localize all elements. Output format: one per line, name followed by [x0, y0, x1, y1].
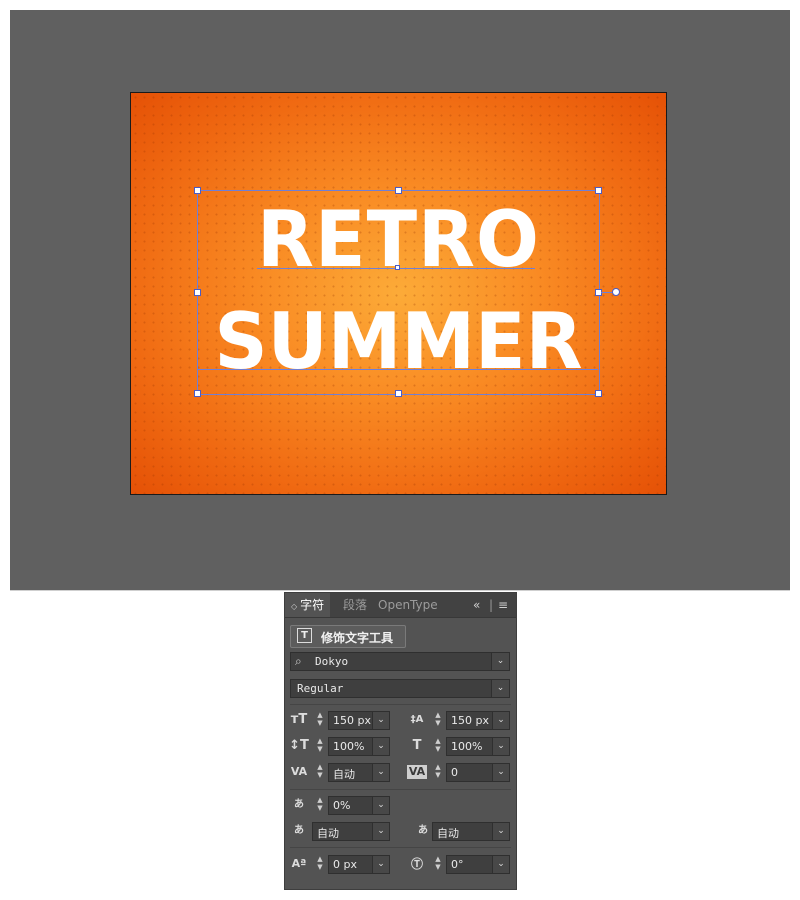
resize-handle-middle-left[interactable] — [194, 289, 201, 296]
chevron-down-icon[interactable]: ⌄ — [492, 823, 509, 840]
vertical-scale-icon: ↕T — [289, 738, 309, 753]
resize-handle-top-right[interactable] — [595, 187, 602, 194]
tab-paragraph[interactable]: 段落 — [337, 593, 373, 617]
font-style-dropdown[interactable]: Regular ⌄ — [290, 679, 510, 698]
aki-right-dropdown[interactable]: 自动 ⌄ — [432, 822, 510, 841]
text-threading-port[interactable] — [612, 288, 620, 296]
tsume-icon: あ — [294, 799, 304, 810]
tsume-stepper[interactable]: ▲ ▼ — [314, 796, 326, 814]
kerning-icon: VA — [290, 765, 308, 778]
panel-separator — [290, 704, 511, 705]
tab-opentype[interactable]: OpenType — [372, 593, 444, 617]
rotation-stepper[interactable]: ▲ ▼ — [432, 855, 444, 873]
tab-divider-icon: | — [489, 598, 494, 612]
updown-arrow-icon: ◇ — [291, 602, 298, 611]
character-rotation-icon: Ⓣ — [410, 857, 423, 871]
rotation-field[interactable]: 0° ⌄ — [446, 855, 510, 874]
resize-handle-bottom-left[interactable] — [194, 390, 201, 397]
horizontal-scale-field[interactable]: 100% ⌄ — [446, 737, 510, 756]
character-panel: ◇ 字符 段落 OpenType « | ≡ T 修饰文字工具 ⌕ Dokyo ⌄… — [284, 592, 517, 890]
vertical-scale-field[interactable]: 100% ⌄ — [328, 737, 390, 756]
aki-left-dropdown[interactable]: 自动 ⌄ — [312, 822, 390, 841]
baseline-shift-icon: Aª — [291, 857, 307, 870]
tracking-icon: VA — [407, 765, 427, 779]
artboard[interactable]: RETRO SUMMER — [130, 92, 667, 495]
chevron-down-icon[interactable]: ⌄ — [492, 856, 509, 873]
resize-handle-bottom-center[interactable] — [395, 390, 402, 397]
vertical-scale-stepper[interactable]: ▲ ▼ — [314, 737, 326, 755]
panel-separator — [290, 847, 511, 848]
leading-field[interactable]: 150 px ⌄ — [446, 711, 510, 730]
panel-tab-bar: ◇ 字符 段落 OpenType « | ≡ — [285, 593, 516, 618]
chevron-down-icon[interactable]: ⌄ — [372, 764, 389, 781]
tracking-field[interactable]: 0 ⌄ — [446, 763, 510, 782]
tracking-stepper[interactable]: ▲ ▼ — [432, 763, 444, 781]
baseline-anchor-point[interactable] — [395, 265, 400, 270]
section-divider — [10, 590, 790, 591]
kerning-stepper[interactable]: ▲ ▼ — [314, 763, 326, 781]
font-size-icon: тT — [290, 712, 308, 727]
chevron-down-icon[interactable]: ⌄ — [492, 712, 509, 729]
resize-handle-top-left[interactable] — [194, 187, 201, 194]
document-workspace: RETRO SUMMER — [10, 10, 790, 590]
baseline-shift-field[interactable]: 0 px ⌄ — [328, 855, 390, 874]
chevron-down-icon[interactable]: ⌄ — [492, 764, 509, 781]
kerning-field[interactable]: 自动 ⌄ — [328, 763, 390, 782]
aki-right-icon: あ — [418, 825, 428, 836]
horizontal-scale-stepper[interactable]: ▲ ▼ — [432, 737, 444, 755]
touch-type-icon: T — [297, 628, 312, 643]
chevron-down-icon[interactable]: ⌄ — [491, 680, 509, 697]
chevron-down-icon[interactable]: ⌄ — [372, 712, 389, 729]
font-family-dropdown[interactable]: ⌕ Dokyo ⌄ — [290, 652, 510, 671]
baseline-line-2 — [197, 369, 598, 370]
chevron-down-icon[interactable]: ⌄ — [492, 738, 509, 755]
hamburger-menu-icon[interactable]: ≡ — [498, 593, 508, 617]
chevron-down-icon[interactable]: ⌄ — [491, 653, 509, 670]
text-selection-bounding-box[interactable] — [197, 190, 600, 395]
panel-separator — [290, 789, 511, 790]
chevron-down-icon[interactable]: ⌄ — [372, 738, 389, 755]
leading-stepper[interactable]: ▲ ▼ — [432, 711, 444, 729]
touch-type-tool-button[interactable]: T 修饰文字工具 — [290, 625, 406, 648]
aki-left-icon: あ — [294, 825, 304, 836]
resize-handle-bottom-right[interactable] — [595, 390, 602, 397]
resize-handle-top-center[interactable] — [395, 187, 402, 194]
tsume-field[interactable]: 0% ⌄ — [328, 796, 390, 815]
baseline-shift-stepper[interactable]: ▲ ▼ — [314, 855, 326, 873]
double-chevron-left-icon[interactable]: « — [473, 593, 480, 617]
chevron-down-icon[interactable]: ⌄ — [372, 797, 389, 814]
search-icon: ⌕ — [295, 654, 302, 668]
font-size-field[interactable]: 150 px ⌄ — [328, 711, 390, 730]
chevron-down-icon[interactable]: ⌄ — [372, 856, 389, 873]
horizontal-scale-icon: T — [412, 738, 422, 753]
chevron-down-icon[interactable]: ⌄ — [372, 823, 389, 840]
leading-icon: ‡A — [410, 714, 424, 725]
font-size-stepper[interactable]: ▲ ▼ — [314, 711, 326, 729]
tab-character[interactable]: ◇ 字符 — [285, 593, 331, 617]
